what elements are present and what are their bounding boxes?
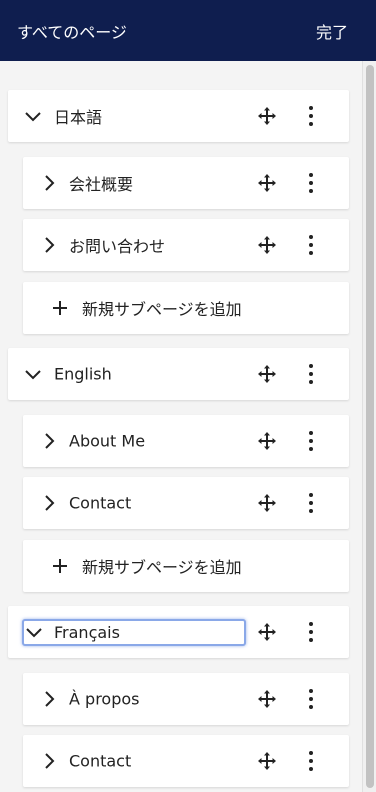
subpage-row[interactable]: お問い合わせ <box>23 219 349 271</box>
kebab-menu-icon[interactable] <box>306 492 316 514</box>
add-subpage-button[interactable]: 新規サブページを追加 <box>23 540 349 592</box>
move-icon[interactable] <box>257 106 277 126</box>
add-subpage-label: 新規サブページを追加 <box>82 300 242 319</box>
done-button[interactable]: 完了 <box>316 19 348 43</box>
language-name-input[interactable] <box>22 619 246 646</box>
subpage-label: About Me <box>69 431 146 451</box>
add-subpage-button[interactable]: 新規サブページを追加 <box>23 282 349 334</box>
move-icon[interactable] <box>257 751 277 771</box>
chevron-right-icon[interactable] <box>40 494 58 512</box>
add-subpage-label: 新規サブページを追加 <box>82 558 242 577</box>
page-title: すべてのページ <box>17 22 127 42</box>
kebab-menu-icon[interactable] <box>306 430 316 452</box>
chevron-right-icon[interactable] <box>40 690 58 708</box>
kebab-menu-icon[interactable] <box>306 750 316 772</box>
chevron-down-icon[interactable] <box>24 365 42 383</box>
subpage-row[interactable]: About Me <box>23 415 349 467</box>
move-icon[interactable] <box>257 622 277 642</box>
subpage-label: Contact <box>69 751 132 771</box>
chevron-right-icon[interactable] <box>40 752 58 770</box>
scrollbar[interactable] <box>362 61 376 792</box>
kebab-menu-icon[interactable] <box>306 621 316 643</box>
scrollbar-thumb[interactable] <box>366 65 374 788</box>
move-icon[interactable] <box>257 689 277 709</box>
move-icon[interactable] <box>257 364 277 384</box>
move-icon[interactable] <box>257 235 277 255</box>
kebab-menu-icon[interactable] <box>306 234 316 256</box>
kebab-menu-icon[interactable] <box>306 688 316 710</box>
chevron-down-icon[interactable] <box>24 107 42 125</box>
top-bar: すべてのページ 完了 <box>0 0 376 61</box>
pages-list[interactable]: 日本語 会社概要 お問い合わせ 新規サブページを追加 English About… <box>0 61 376 792</box>
language-row-english[interactable]: English <box>8 348 349 400</box>
subpage-label: お問い合わせ <box>69 237 166 256</box>
subpage-label: À propos <box>69 689 140 709</box>
chevron-down-icon[interactable] <box>25 623 43 641</box>
subpage-row[interactable]: 会社概要 <box>23 157 349 209</box>
kebab-menu-icon[interactable] <box>306 363 316 385</box>
language-label: 日本語 <box>54 108 103 127</box>
subpage-row[interactable]: À propos <box>23 673 349 725</box>
plus-icon <box>53 559 67 573</box>
plus-icon <box>53 301 67 315</box>
language-row-french[interactable] <box>8 606 349 658</box>
subpage-label: Contact <box>69 493 132 513</box>
kebab-menu-icon[interactable] <box>306 105 316 127</box>
subpage-label: 会社概要 <box>69 175 134 194</box>
chevron-right-icon[interactable] <box>40 174 58 192</box>
kebab-menu-icon[interactable] <box>306 172 316 194</box>
chevron-right-icon[interactable] <box>40 236 58 254</box>
subpage-row[interactable]: Contact <box>23 735 349 787</box>
move-icon[interactable] <box>257 431 277 451</box>
chevron-right-icon[interactable] <box>40 432 58 450</box>
language-label: English <box>54 364 112 384</box>
subpage-row[interactable]: Contact <box>23 477 349 529</box>
language-row-japanese[interactable]: 日本語 <box>8 90 349 142</box>
move-icon[interactable] <box>257 173 277 193</box>
move-icon[interactable] <box>257 493 277 513</box>
